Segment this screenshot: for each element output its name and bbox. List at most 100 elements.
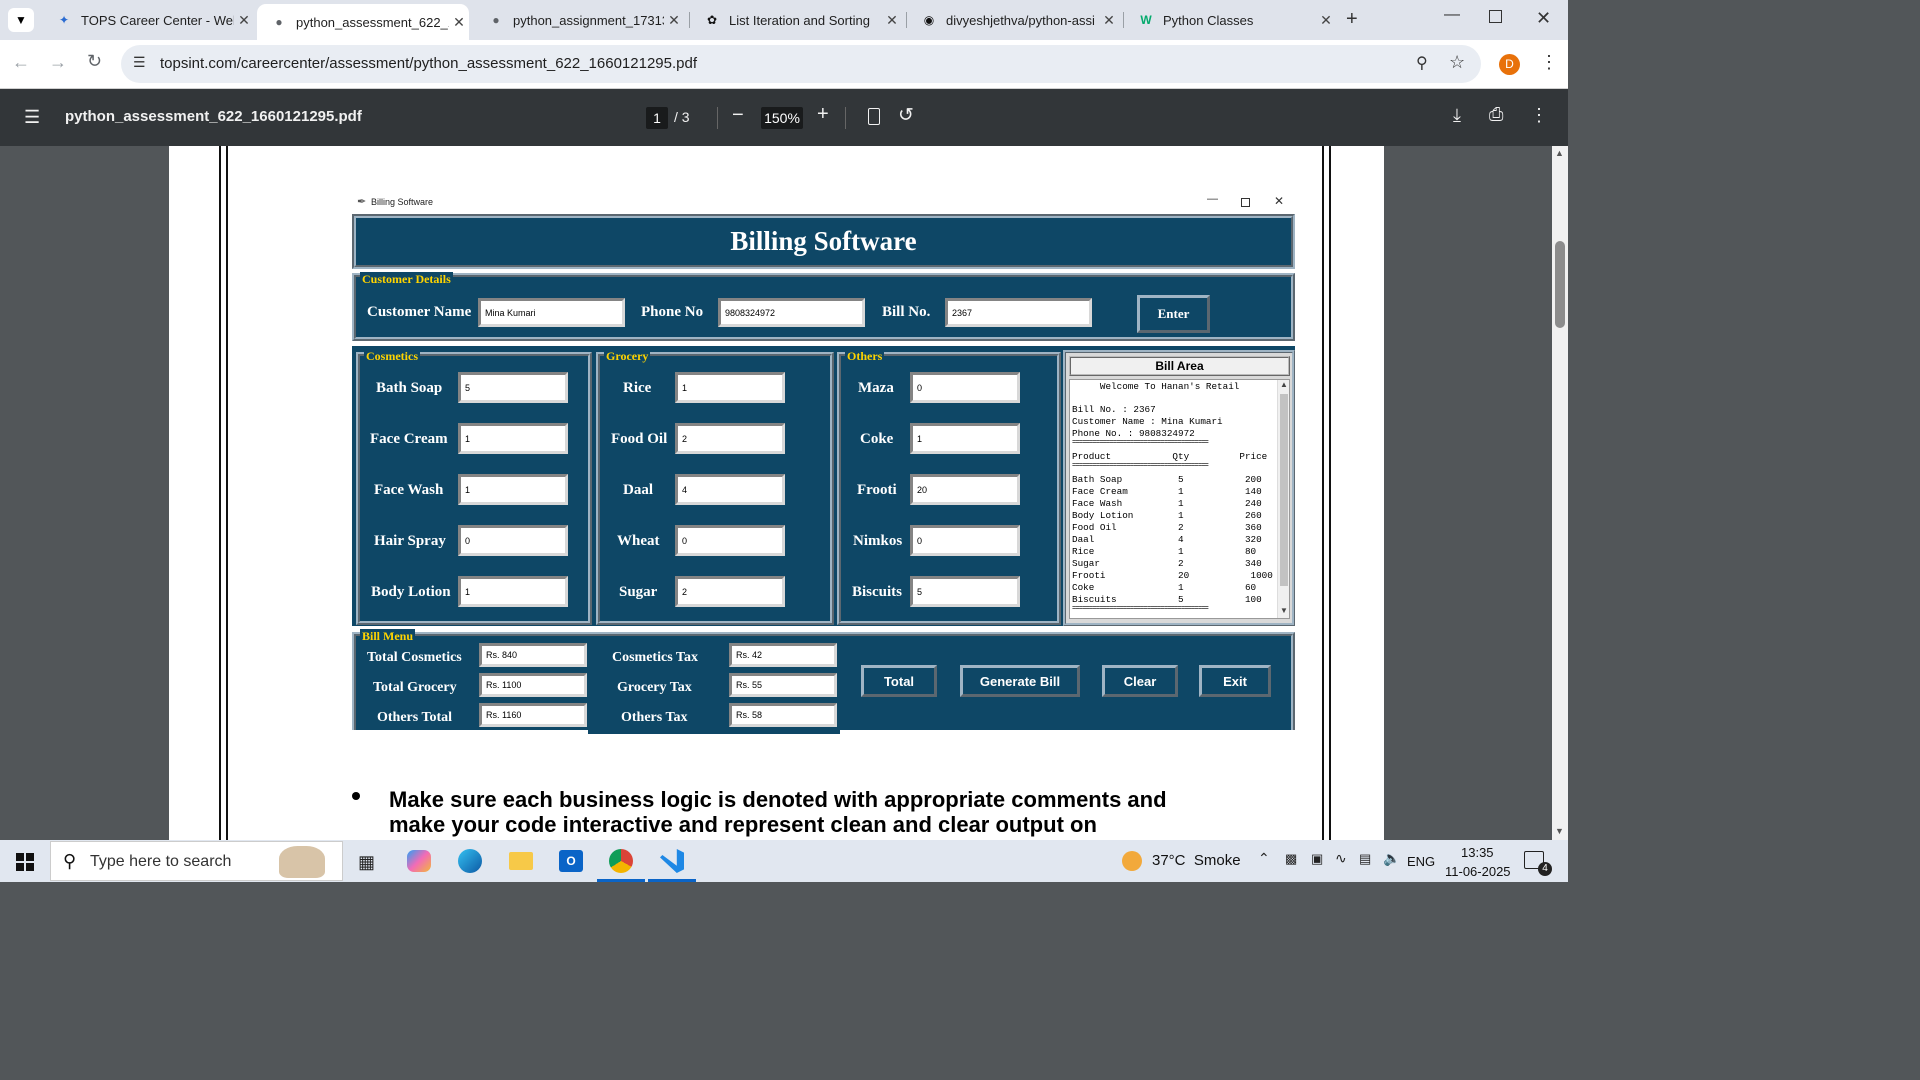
chrome-icon[interactable]	[609, 849, 633, 873]
customer-name-input[interactable]: Mina Kumari	[478, 298, 625, 327]
total-button[interactable]: Total	[861, 665, 937, 697]
bookmark-star-icon[interactable]: ☆	[1449, 52, 1465, 73]
tab-bar: ▼ ✦ TOPS Career Center - Welc ✕ ● python…	[0, 0, 1568, 40]
close-icon[interactable]: ✕	[449, 14, 469, 31]
biscuits-label: Biscuits	[852, 584, 903, 600]
grocery-title: Grocery	[604, 349, 651, 364]
restore-icon[interactable]	[1489, 10, 1502, 23]
zoom-out-icon[interactable]: −	[732, 104, 744, 127]
rotate-icon[interactable]: ↺	[898, 104, 914, 127]
zoom-icon[interactable]: ⚲	[1416, 53, 1428, 73]
weather-icon[interactable]	[1122, 851, 1142, 871]
bill-text-area[interactable]: Welcome To Hanan's Retail Bill No. : 236…	[1069, 379, 1290, 619]
tray-chevron-icon[interactable]: ⌃	[1258, 850, 1270, 867]
vscode-icon[interactable]	[660, 849, 684, 873]
tray-display-icon[interactable]: ▤	[1359, 851, 1371, 867]
frooti-input[interactable]: 20	[910, 474, 1020, 505]
reload-icon[interactable]: ↻	[87, 51, 102, 72]
weather-text[interactable]: 37°C Smoke	[1152, 852, 1241, 869]
copilot-icon[interactable]	[407, 850, 431, 872]
tab-list-iteration[interactable]: ✿ List Iteration and Sorting ✕	[690, 4, 902, 36]
maza-input[interactable]: 0	[910, 372, 1020, 403]
bill-divider: ========================================	[1072, 605, 1209, 613]
app-minimize-icon[interactable]: —	[1207, 193, 1218, 205]
print-icon[interactable]: ⎙	[1489, 104, 1503, 125]
rice-input[interactable]: 1	[675, 372, 785, 403]
hair-spray-label: Hair Spray	[374, 533, 446, 549]
scroll-down-arrow[interactable]: ▼	[1280, 606, 1288, 615]
tab-search-button[interactable]: ▼	[8, 8, 34, 32]
close-icon[interactable]: ✕	[1099, 12, 1119, 29]
tab-python-assignment[interactable]: ● python_assignment_17313 ✕	[474, 4, 684, 36]
app-close-icon[interactable]: ✕	[1274, 194, 1284, 208]
tray-network-icon[interactable]: ▩	[1285, 851, 1297, 867]
new-tab-button[interactable]: +	[1346, 8, 1358, 31]
coke-input[interactable]: 1	[910, 423, 1020, 454]
page-number-input[interactable]: 1	[646, 107, 668, 129]
windows-start-icon[interactable]	[16, 853, 34, 871]
tab-github[interactable]: ◉ divyeshjethva/python-assi ✕	[907, 4, 1119, 36]
face-cream-input[interactable]: 1	[458, 423, 568, 454]
scroll-thumb[interactable]	[1280, 394, 1288, 586]
exit-button[interactable]: Exit	[1199, 665, 1271, 697]
scroll-up-arrow[interactable]: ▲	[1555, 148, 1564, 158]
tab-python-assessment[interactable]: ● python_assessment_622_16 ✕	[257, 4, 469, 40]
clear-button[interactable]: Clear	[1102, 665, 1178, 697]
others-tax-label: Others Tax	[621, 710, 688, 725]
forward-icon[interactable]: →	[49, 52, 67, 73]
back-icon[interactable]: ←	[12, 52, 30, 73]
bill-no-input[interactable]: 2367	[945, 298, 1092, 327]
zoom-in-icon[interactable]: +	[817, 103, 829, 126]
hair-spray-input[interactable]: 0	[458, 525, 568, 556]
minimize-icon[interactable]: —	[1444, 6, 1460, 24]
phone-label: Phone No	[641, 304, 704, 320]
clock-date[interactable]: 11-06-2025	[1445, 864, 1511, 879]
phone-input[interactable]: 9808324972	[718, 298, 865, 327]
enter-button[interactable]: Enter	[1137, 295, 1210, 333]
outlook-icon[interactable]: O	[559, 850, 583, 872]
file-explorer-icon[interactable]	[509, 852, 533, 870]
download-icon[interactable]: ⤓	[1453, 105, 1461, 126]
zoom-level-input[interactable]: 150%	[761, 107, 803, 129]
tab-python-classes[interactable]: W Python Classes ✕	[1124, 4, 1336, 36]
face-wash-input[interactable]: 1	[458, 474, 568, 505]
site-info-icon[interactable]: ☰	[133, 54, 146, 71]
bill-scrollbar[interactable]: ▲ ▼	[1277, 380, 1289, 618]
menu-kebab-icon[interactable]: ⋮	[1540, 52, 1558, 73]
close-icon[interactable]: ✕	[882, 12, 902, 29]
food-oil-input[interactable]: 2	[675, 423, 785, 454]
tray-wifi-icon[interactable]: ∿	[1335, 850, 1347, 867]
generate-bill-button[interactable]: Generate Bill	[960, 665, 1080, 697]
cat-illustration-icon	[279, 846, 325, 878]
fit-page-icon[interactable]	[868, 108, 880, 125]
wheat-input[interactable]: 0	[675, 525, 785, 556]
tray-meet-icon[interactable]: ▣	[1311, 851, 1323, 867]
omnibox[interactable]: ☰ topsint.com/careercenter/assessment/py…	[121, 45, 1481, 83]
body-lotion-input[interactable]: 1	[458, 576, 568, 607]
close-icon[interactable]: ✕	[1316, 12, 1336, 29]
daal-label: Daal	[623, 482, 653, 498]
daal-input[interactable]: 4	[675, 474, 785, 505]
more-options-icon[interactable]: ⋮	[1530, 105, 1548, 126]
tab-tops-career[interactable]: ✦ TOPS Career Center - Welc ✕	[42, 4, 254, 36]
language-indicator[interactable]: ENG	[1407, 854, 1435, 869]
close-icon[interactable]: ✕	[664, 12, 684, 29]
scroll-down-arrow[interactable]: ▼	[1555, 826, 1564, 836]
tray-volume-icon[interactable]: 🔈	[1383, 850, 1400, 867]
biscuits-input[interactable]: 5	[910, 576, 1020, 607]
edge-icon[interactable]	[458, 849, 482, 873]
close-icon[interactable]: ✕	[234, 12, 254, 29]
nimkos-input[interactable]: 0	[910, 525, 1020, 556]
close-window-icon[interactable]: ✕	[1536, 8, 1551, 29]
pdf-scrollbar[interactable]: ▲ ▼	[1552, 146, 1568, 840]
scroll-up-arrow[interactable]: ▲	[1280, 380, 1288, 389]
app-maximize-icon[interactable]	[1241, 198, 1250, 207]
clock-time[interactable]: 13:35	[1461, 845, 1494, 860]
task-view-icon[interactable]: ▦	[358, 852, 375, 873]
scroll-thumb[interactable]	[1555, 241, 1565, 328]
hamburger-menu-icon[interactable]: ☰	[24, 107, 40, 128]
sugar-input[interactable]: 2	[675, 576, 785, 607]
profile-avatar[interactable]: D	[1499, 54, 1520, 75]
taskbar-search-box[interactable]: ⚲ Type here to search	[50, 841, 343, 881]
bath-soap-input[interactable]: 5	[458, 372, 568, 403]
